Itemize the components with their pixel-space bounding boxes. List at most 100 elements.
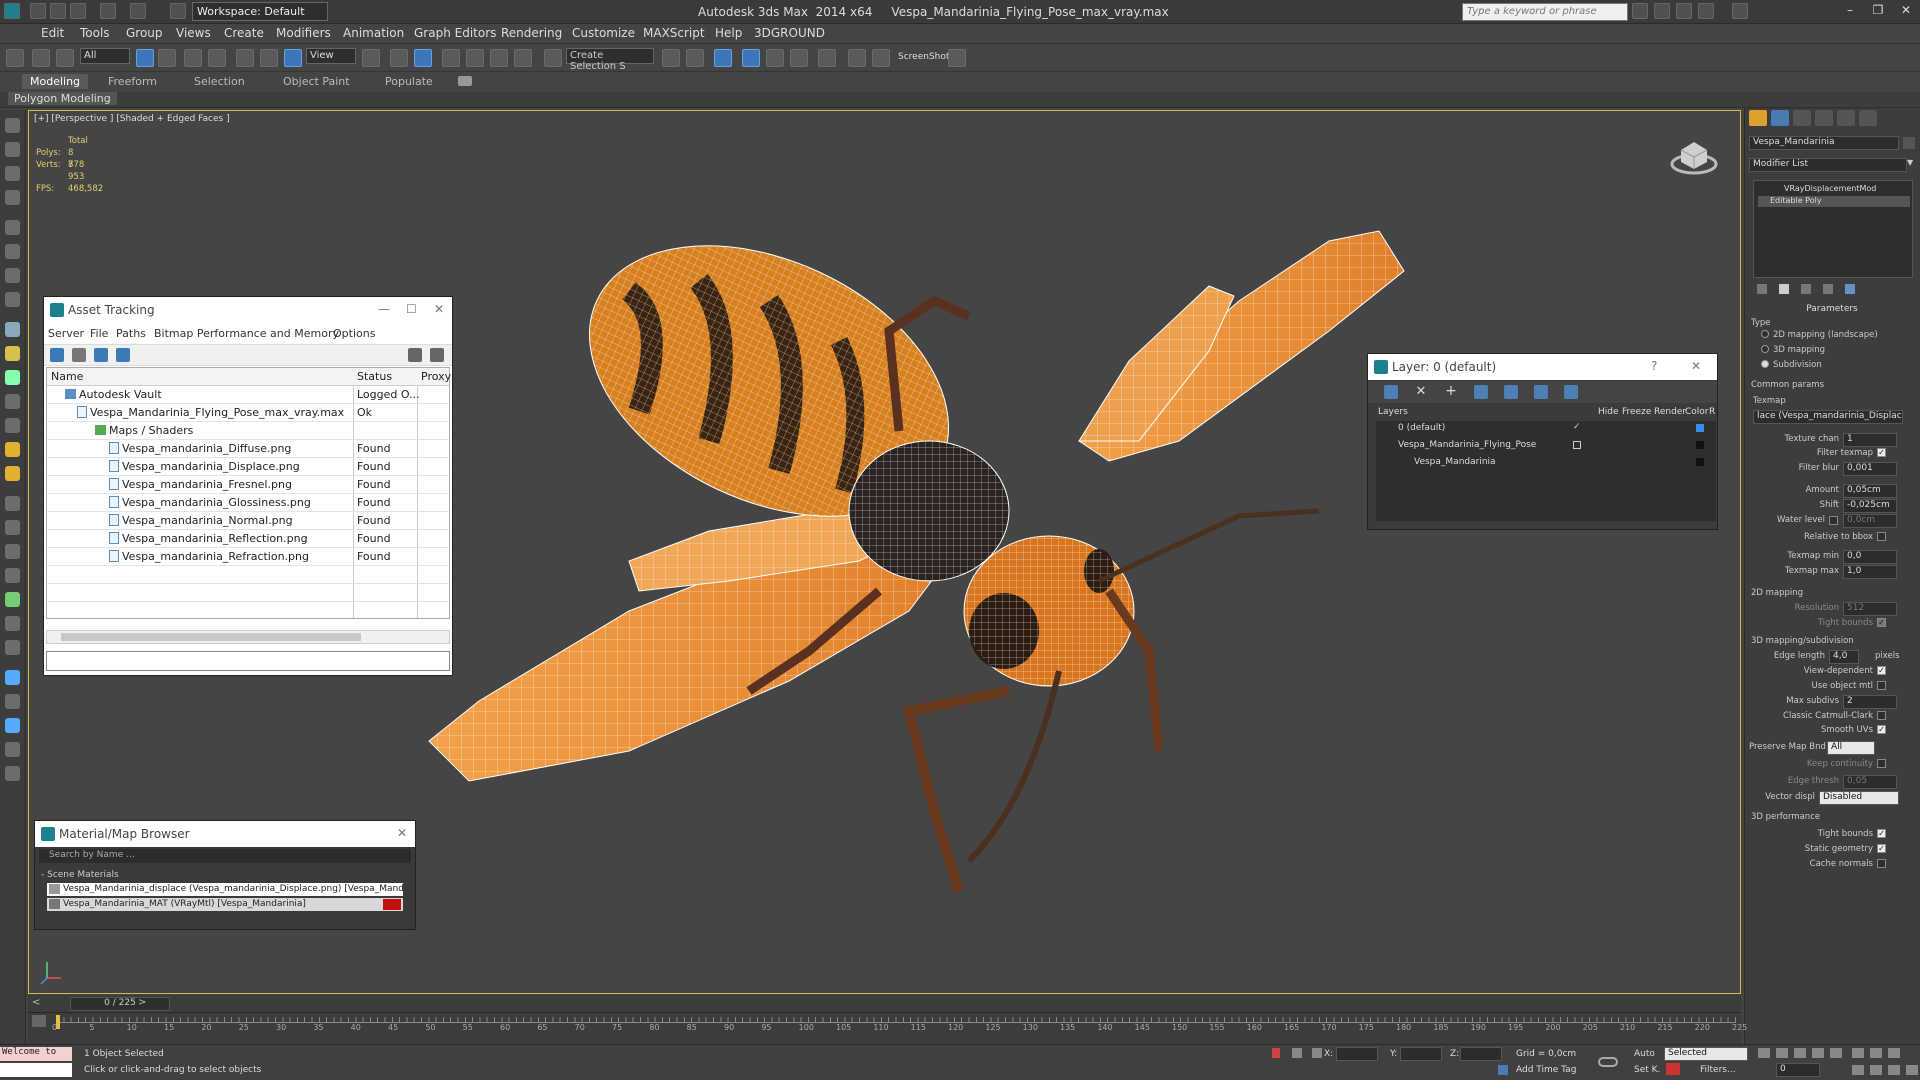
render-setup-icon[interactable] <box>848 49 866 67</box>
layer-titlebar[interactable]: Layer: 0 (default) ? ✕ <box>1368 354 1717 380</box>
make-unique-icon[interactable] <box>1801 284 1811 294</box>
strip-tool-icon[interactable] <box>5 766 20 781</box>
texture-chan-input[interactable]: 1 <box>1843 433 1897 447</box>
display-tab-icon[interactable] <box>1837 110 1855 126</box>
menu-bitmap-performance[interactable]: Bitmap Performance and Memory <box>154 327 339 340</box>
select-in-layer-icon[interactable] <box>1474 385 1488 399</box>
maxscript-input[interactable] <box>0 1063 72 1077</box>
zoom-icon[interactable] <box>1852 1048 1864 1058</box>
relative-bbox-checkbox[interactable] <box>1877 532 1886 541</box>
column-name[interactable]: Name <box>51 370 83 383</box>
table-view-icon[interactable] <box>116 348 130 362</box>
strip-tool-icon[interactable] <box>5 520 20 535</box>
menu-customize[interactable]: Customize <box>572 26 635 40</box>
shift-input[interactable]: -0,025cm <box>1843 499 1897 513</box>
strip-tool-icon[interactable] <box>5 346 20 361</box>
selection-filter-dropdown[interactable]: All <box>80 48 130 64</box>
tree-view-icon[interactable] <box>94 348 108 362</box>
menu-3dground[interactable]: 3DGROUND <box>754 26 825 40</box>
strip-tool-icon[interactable] <box>5 220 20 235</box>
tab-populate[interactable]: Populate <box>377 74 441 89</box>
strip-tool-icon[interactable] <box>5 466 20 481</box>
filter-texmap-checkbox[interactable]: ✓ <box>1877 448 1886 457</box>
radio-2d-mapping[interactable] <box>1761 330 1769 338</box>
material-editor-icon[interactable] <box>818 49 836 67</box>
select-by-name-icon[interactable] <box>158 49 176 67</box>
field-of-view-icon[interactable] <box>1852 1065 1864 1075</box>
water-level-checkbox[interactable] <box>1829 516 1838 525</box>
tab-selection[interactable]: Selection <box>186 74 253 89</box>
close-icon[interactable]: ✕ <box>1691 359 1701 373</box>
curve-editor-icon[interactable] <box>766 49 784 67</box>
table-row[interactable]: Vespa_Mandarinia_Flying_Pose_max_vray.ma… <box>47 404 449 422</box>
use-object-mtl-checkbox[interactable] <box>1877 681 1886 690</box>
time-slider[interactable]: 0 / 225 <box>70 997 170 1011</box>
help-icon[interactable] <box>1732 3 1748 19</box>
table-row[interactable]: Maps / Shaders <box>47 422 449 440</box>
mirror-icon[interactable] <box>662 49 680 67</box>
maxscript-listener[interactable]: Welcome to <box>0 1047 72 1061</box>
prev-frame-icon[interactable]: < <box>32 997 40 1008</box>
radio-3d-mapping[interactable] <box>1761 345 1769 353</box>
modifier-list-dropdown[interactable]: Modifier List <box>1749 158 1907 172</box>
viewcube-icon[interactable] <box>1669 136 1719 176</box>
strip-tool-icon[interactable] <box>5 544 20 559</box>
table-row[interactable]: Vespa_mandarinia_Refraction.png Found <box>47 548 449 566</box>
rect-selection-icon[interactable] <box>184 49 202 67</box>
pan-icon[interactable] <box>1870 1065 1882 1075</box>
x-coordinate-input[interactable] <box>1336 1047 1378 1061</box>
layer-color-swatch[interactable] <box>1696 424 1704 432</box>
close-icon[interactable]: ✕ <box>434 302 444 316</box>
minimize-icon[interactable]: — <box>378 302 390 316</box>
strip-tool-icon[interactable] <box>5 442 20 457</box>
strip-tool-icon[interactable] <box>5 694 20 709</box>
layer-color-swatch[interactable] <box>1696 441 1704 449</box>
chevron-down-icon[interactable]: ▼ <box>1907 158 1913 167</box>
add-to-layer-icon[interactable]: + <box>1444 384 1458 399</box>
menu-graph-editors[interactable]: Graph Editors <box>414 26 496 40</box>
help-search-input[interactable]: Type a keyword or phrase <box>1462 3 1628 21</box>
pivot-center-icon[interactable] <box>362 49 380 67</box>
edge-length-input[interactable]: 4,0 <box>1829 650 1859 664</box>
tight-bounds-checkbox[interactable]: ✓ <box>1877 618 1886 627</box>
ref-coord-dropdown[interactable]: View <box>306 48 356 64</box>
menu-views[interactable]: Views <box>176 26 211 40</box>
new-scene-icon[interactable] <box>30 3 46 19</box>
maximize-icon[interactable]: ❐ <box>1868 3 1888 21</box>
lock-selection-icon[interactable] <box>1292 1048 1302 1058</box>
orbit-icon[interactable] <box>1888 1065 1900 1075</box>
tab-freeform[interactable]: Freeform <box>100 74 165 89</box>
align-icon[interactable] <box>686 49 704 67</box>
edge-thresh-input[interactable]: 0,05 <box>1843 775 1897 789</box>
freeze-all-layers-icon[interactable] <box>1564 385 1578 399</box>
strip-tool-icon[interactable] <box>5 496 20 511</box>
preserve-map-bnd-dropdown[interactable]: All <box>1827 741 1875 755</box>
strip-tool-icon[interactable] <box>5 244 20 259</box>
menu-server[interactable]: Server <box>48 327 84 340</box>
vector-displ-dropdown[interactable]: Disabled <box>1819 791 1899 805</box>
texmap-min-input[interactable]: 0,0 <box>1843 550 1897 564</box>
layer-manager-icon[interactable] <box>714 49 732 67</box>
select-object-icon[interactable] <box>136 49 154 67</box>
minimize-icon[interactable]: – <box>1840 3 1860 21</box>
track-bar[interactable]: 0 5 10 15 20 25 30 35 40 45 50 55 60 65 70 75 80 85 90 95 10… <box>28 1012 1747 1044</box>
close-icon[interactable]: ✕ <box>1896 3 1916 21</box>
layer-color-swatch[interactable] <box>1696 458 1704 466</box>
app-logo-icon[interactable] <box>4 3 20 19</box>
layer-row[interactable]: Vespa_Mandarinia_Flying_Pose <box>1384 438 1724 455</box>
settings-icon[interactable] <box>430 348 444 362</box>
prev-key-icon[interactable] <box>1776 1048 1788 1058</box>
set-key-icon[interactable] <box>1666 1063 1680 1075</box>
highlight-layer-icon[interactable] <box>1504 385 1518 399</box>
hierarchy-tab-icon[interactable] <box>1793 110 1811 126</box>
asset-path-field[interactable] <box>46 651 450 671</box>
maximize-icon[interactable]: ☐ <box>406 302 417 316</box>
select-rotate-icon[interactable] <box>260 49 278 67</box>
strip-tool-icon[interactable] <box>5 640 20 655</box>
amount-input[interactable]: 0,05cm <box>1843 484 1897 498</box>
cache-normals-checkbox[interactable] <box>1877 859 1886 868</box>
tools-icon[interactable] <box>1654 3 1670 19</box>
classic-catmull-checkbox[interactable] <box>1877 711 1886 720</box>
menu-file[interactable]: File <box>90 327 108 340</box>
render-production-icon[interactable] <box>948 49 966 67</box>
